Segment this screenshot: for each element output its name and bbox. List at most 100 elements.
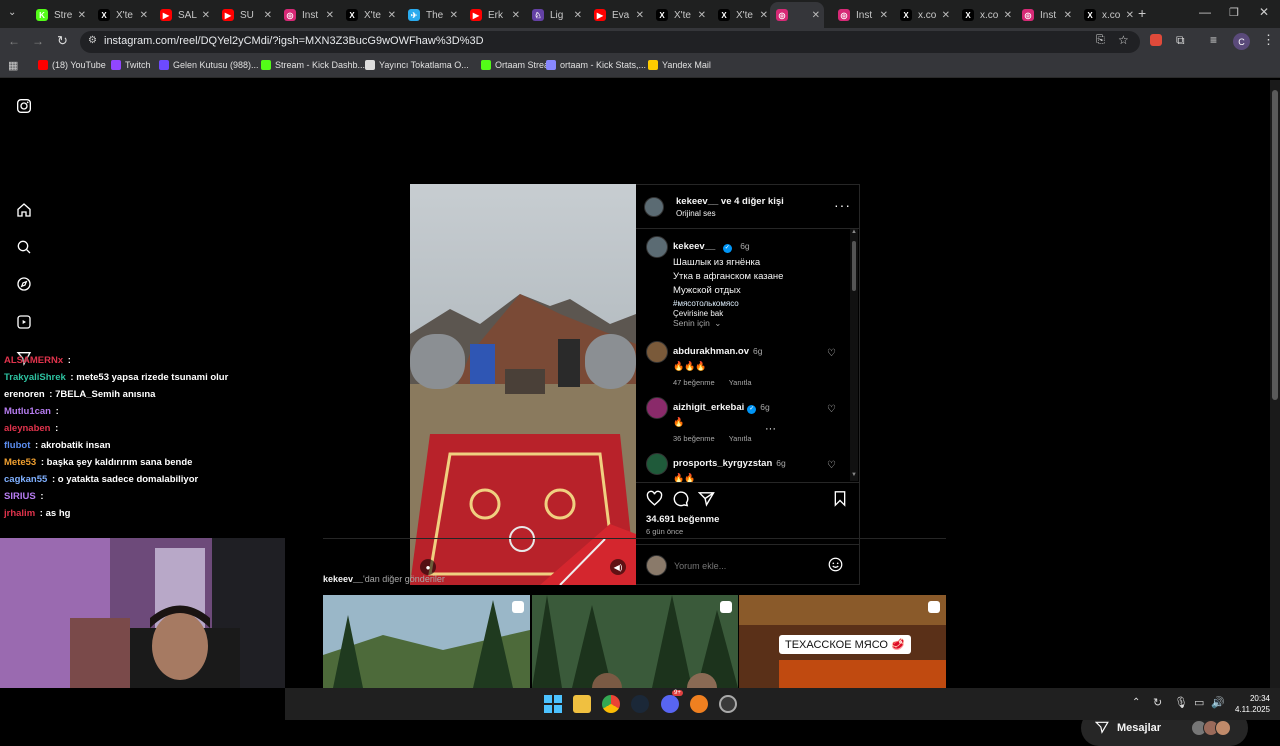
scroll-up-icon[interactable]: ▲ — [851, 229, 857, 235]
steam-icon[interactable] — [631, 695, 649, 713]
caption-avatar[interactable] — [646, 236, 668, 258]
tab-close-icon[interactable]: ✕ — [698, 10, 706, 21]
browser-tab[interactable]: ▶ SAL ✕ — [154, 4, 214, 26]
bookmark-item[interactable]: Yandex Mail — [648, 60, 711, 70]
tab-close-icon[interactable]: ✕ — [880, 10, 888, 21]
reel-video[interactable]: ● ◀) — [410, 184, 636, 585]
bookmark-item[interactable]: Stream - Kick Dashb... — [261, 60, 365, 70]
browser-tab[interactable]: ◎ ✕ — [770, 2, 824, 28]
comment-icon[interactable] — [672, 490, 689, 512]
browser-tab[interactable]: ♘ Lig ✕ — [526, 4, 586, 26]
cloud-app-icon[interactable] — [690, 695, 708, 713]
back-icon[interactable]: ← — [8, 34, 20, 48]
browser-tab[interactable]: X X'te ✕ — [340, 4, 400, 26]
comment-more-icon[interactable]: ··· — [765, 423, 776, 435]
comment-username[interactable]: abdurakhman.ov — [673, 346, 749, 357]
comments-scroll-thumb[interactable] — [852, 241, 856, 291]
comment-likes[interactable]: 47 beğenme — [673, 378, 715, 387]
tab-close-icon[interactable]: ✕ — [1126, 10, 1134, 21]
browser-tab[interactable]: ▶ Eva ✕ — [588, 4, 648, 26]
scroll-down-icon[interactable]: ▼ — [851, 472, 857, 478]
comment-sort-dropdown[interactable]: Senin için ⌄ — [673, 318, 721, 329]
header-username[interactable]: kekeev__ — [676, 196, 718, 207]
page-scrollbar[interactable] — [1270, 80, 1280, 688]
browser-tab[interactable]: ◎ Inst ✕ — [1016, 4, 1076, 26]
minimize-button[interactable]: — — [1199, 5, 1211, 19]
page-scroll-thumb[interactable] — [1272, 90, 1278, 400]
tab-close-icon[interactable]: ✕ — [388, 10, 396, 21]
header-avatar[interactable] — [644, 197, 664, 217]
tab-close-icon[interactable]: ✕ — [512, 10, 520, 21]
more-post-thumb-1[interactable] — [323, 595, 530, 688]
tab-close-icon[interactable]: ✕ — [760, 10, 768, 21]
network-icon[interactable]: ▭ — [1194, 696, 1204, 709]
url-input[interactable]: ⚙ instagram.com/reel/DQYel2yCMdi/?igsh=M… — [80, 31, 1140, 53]
comment-username[interactable]: prosports_kyrgyzstan — [673, 458, 772, 469]
reels-icon[interactable] — [14, 312, 34, 332]
tab-close-icon[interactable]: ✕ — [450, 10, 458, 21]
browser-tab[interactable]: ▶ SU ✕ — [216, 4, 276, 26]
more-post-thumb-2[interactable] — [532, 595, 738, 688]
like-icon[interactable] — [646, 490, 663, 512]
browser-tab[interactable]: K Stre ✕ — [30, 4, 90, 26]
browser-tab[interactable]: X X'te ✕ — [92, 4, 152, 26]
instagram-logo-icon[interactable] — [14, 96, 34, 116]
caption-hashtag[interactable]: #мясотолькомясо — [673, 299, 843, 308]
comment-avatar[interactable] — [646, 453, 668, 475]
comment-likes[interactable]: 36 beğenme — [673, 434, 715, 443]
comments-scrollbar[interactable]: ▲ ▼ — [850, 229, 858, 481]
browser-tab[interactable]: Xx.co ✕ — [956, 4, 1016, 26]
profile-avatar[interactable]: C — [1233, 33, 1250, 50]
tab-close-icon[interactable]: ✕ — [574, 10, 582, 21]
file-explorer-icon[interactable] — [573, 695, 591, 713]
browser-tab[interactable]: X X'te ✕ — [650, 4, 710, 26]
tab-close-icon[interactable]: ✕ — [812, 10, 820, 21]
volume-icon[interactable]: ◀) — [610, 559, 626, 575]
tab-close-icon[interactable]: ✕ — [1004, 10, 1012, 21]
extension-icon[interactable] — [1150, 34, 1162, 46]
site-info-icon[interactable]: ⚙ — [88, 35, 97, 46]
forward-icon[interactable]: → — [32, 34, 44, 48]
tab-close-icon[interactable]: ✕ — [264, 10, 272, 21]
browser-tab[interactable]: ✈ The ✕ — [402, 4, 462, 26]
tab-close-icon[interactable]: ✕ — [636, 10, 644, 21]
comment-username[interactable]: aizhigit_erkebai — [673, 402, 744, 413]
bookmark-item[interactable]: (18) YouTube — [38, 60, 106, 70]
tray-chevron-icon[interactable]: ⌃ — [1132, 697, 1140, 708]
tab-close-icon[interactable]: ✕ — [942, 10, 950, 21]
obs-icon[interactable] — [719, 695, 737, 713]
bookmark-star-icon[interactable]: ☆ — [1118, 33, 1129, 47]
comment-input[interactable] — [674, 559, 824, 573]
tab-media-icon[interactable]: ≡ — [1210, 33, 1217, 47]
bookmark-item[interactable]: ortaam - Kick Stats,... — [546, 60, 646, 70]
comment-avatar[interactable] — [646, 341, 668, 363]
extensions-puzzle-icon[interactable]: ⧉ — [1176, 33, 1185, 48]
emoji-icon[interactable] — [828, 557, 843, 577]
browser-tab[interactable]: Xx.co ✕ — [894, 4, 954, 26]
bookmark-item[interactable]: Gelen Kutusu (988)... — [159, 60, 259, 70]
tab-close-icon[interactable]: ✕ — [326, 10, 334, 21]
tab-close-icon[interactable]: ✕ — [202, 10, 210, 21]
tab-search-icon[interactable]: ⌄ — [8, 7, 16, 18]
search-icon[interactable] — [14, 237, 34, 257]
bookmark-item[interactable]: Yayıncı Tokatlama O... — [365, 60, 469, 70]
home-icon[interactable] — [14, 200, 34, 220]
close-window-button[interactable]: ✕ — [1259, 5, 1269, 19]
posted-ago[interactable]: 6 gün önce — [646, 527, 683, 536]
translate-link[interactable]: Çevirisine bak — [673, 309, 843, 318]
maximize-button[interactable]: ❐ — [1229, 6, 1239, 19]
comment-like-icon[interactable]: ♡ — [827, 348, 836, 359]
reload-icon[interactable]: ↻ — [57, 33, 68, 49]
comment-like-icon[interactable]: ♡ — [827, 460, 836, 471]
tab-close-icon[interactable]: ✕ — [140, 10, 148, 21]
browser-tab[interactable]: ◎ Inst ✕ — [278, 4, 338, 26]
audio-label[interactable]: Orijinal ses — [676, 209, 784, 218]
discord-icon[interactable]: 9+ — [661, 690, 683, 713]
browser-tab[interactable]: Xx.co ✕ — [1078, 4, 1138, 26]
reply-link[interactable]: Yanıtla — [729, 378, 752, 387]
like-count[interactable]: 34.691 beğenme — [646, 514, 719, 525]
explore-icon[interactable] — [14, 274, 34, 294]
microphone-icon[interactable]: 🎙 — [1174, 696, 1188, 709]
comment-like-icon[interactable]: ♡ — [827, 404, 836, 415]
profile-tag-icon[interactable]: ● — [420, 559, 436, 575]
